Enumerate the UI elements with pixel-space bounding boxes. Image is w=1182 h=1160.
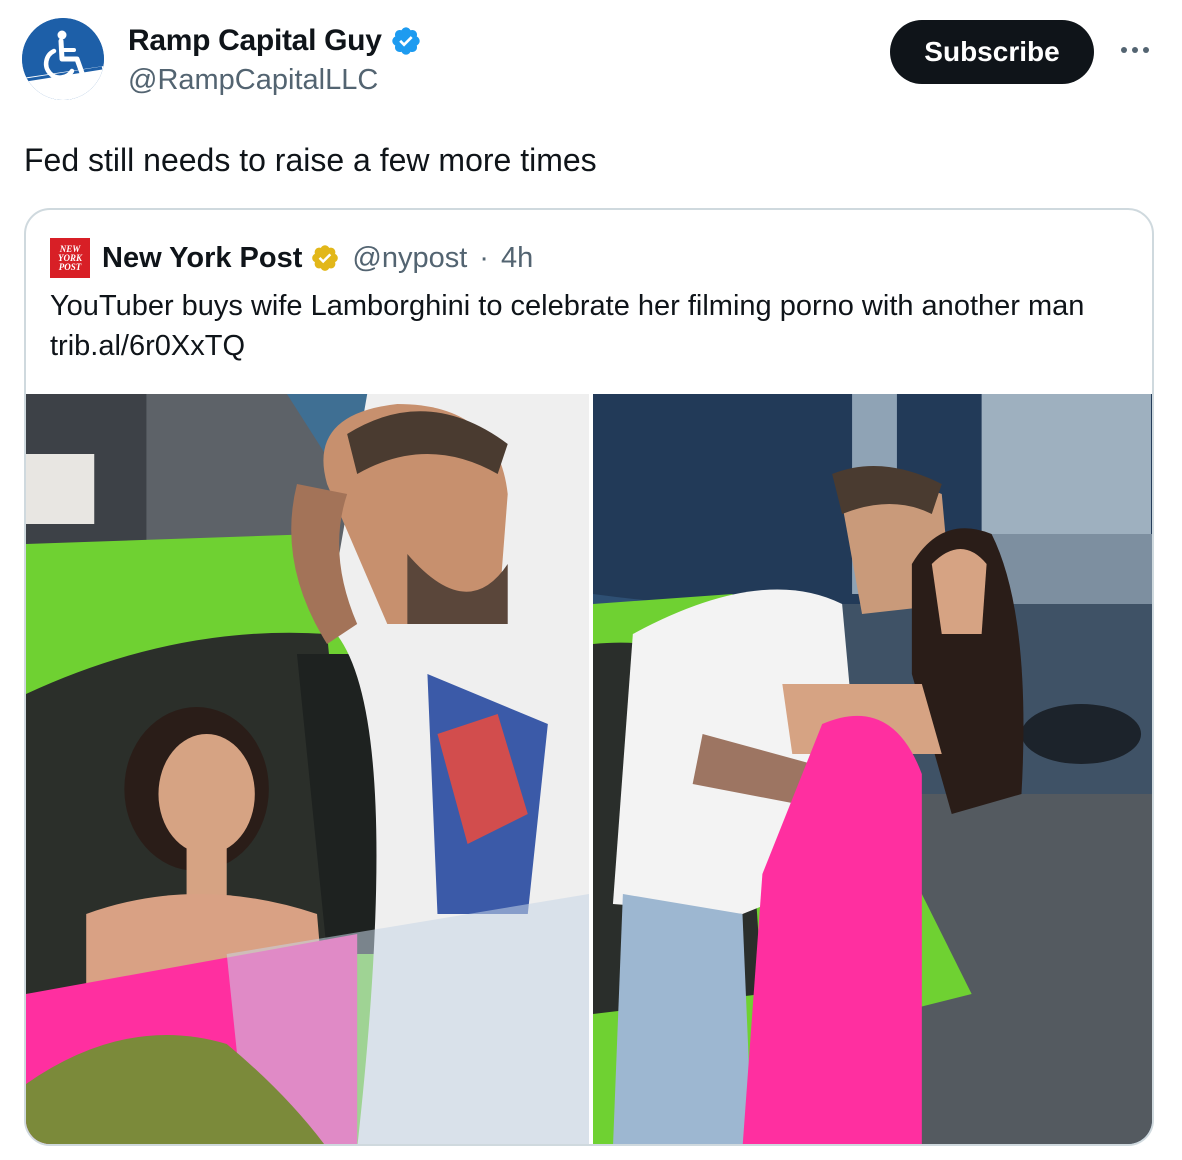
quoted-handle[interactable]: @nypost: [352, 242, 467, 275]
quoted-tweet-text: YouTuber buys wife Lamborghini to celebr…: [50, 290, 1085, 362]
more-dot: [1143, 47, 1149, 53]
more-dot: [1121, 47, 1127, 53]
author-avatar[interactable]: [22, 18, 104, 100]
author-handle[interactable]: @RampCapitalLLC: [128, 64, 378, 97]
subscribe-button[interactable]: Subscribe: [890, 20, 1094, 84]
tweet-text: Fed still needs to raise a few more time…: [24, 142, 597, 178]
more-dot: [1132, 47, 1138, 53]
quoted-timestamp[interactable]: 4h: [501, 242, 533, 275]
quoted-tweet-card[interactable]: NEW YORK POST New York Post @nypost · 4h Y…: [24, 208, 1154, 1146]
nypost-logo[interactable]: NEW YORK POST: [50, 238, 90, 278]
author-display-name[interactable]: Ramp Capital Guy: [128, 24, 382, 58]
quoted-tweet-header: NEW YORK POST New York Post @nypost · 4h: [50, 238, 533, 278]
quoted-display-name[interactable]: New York Post: [102, 242, 302, 275]
photo-couple-kissing[interactable]: [593, 394, 1152, 1144]
gold-verified-badge-icon[interactable]: [310, 243, 340, 273]
more-icon[interactable]: [1112, 30, 1158, 70]
tweet-header: Ramp Capital Guy @RampCapitalLLC Subscri…: [0, 0, 1182, 120]
wheelchair-icon: [22, 18, 104, 100]
photo-man-woman-lamborghini[interactable]: [26, 394, 589, 1144]
verified-badge-icon[interactable]: [390, 25, 422, 57]
nypost-logo-text: NEW YORK POST: [57, 243, 82, 272]
photo-2-illustration: [593, 394, 1152, 1144]
media-grid: [26, 394, 1152, 1144]
meta-separator: ·: [479, 241, 489, 274]
photo-1-illustration: [26, 394, 589, 1144]
